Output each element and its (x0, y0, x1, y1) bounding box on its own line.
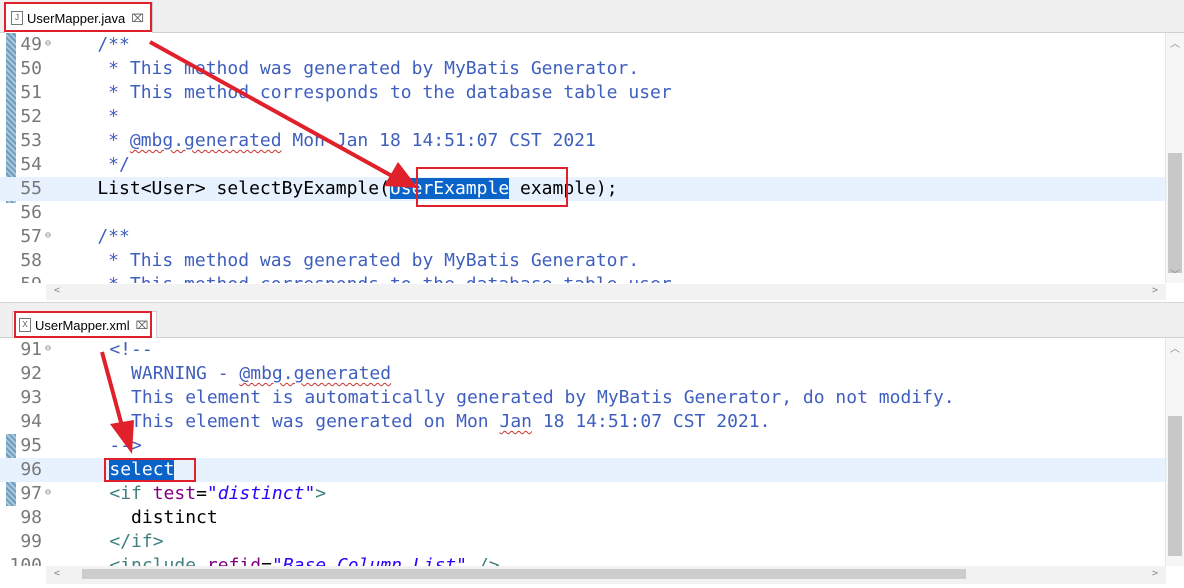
arrow-line-to-select (100, 351, 124, 427)
arrow-head-to-select (110, 420, 134, 454)
arrow-line-to-userexample (149, 40, 393, 178)
annotation-arrows (100, 40, 418, 454)
